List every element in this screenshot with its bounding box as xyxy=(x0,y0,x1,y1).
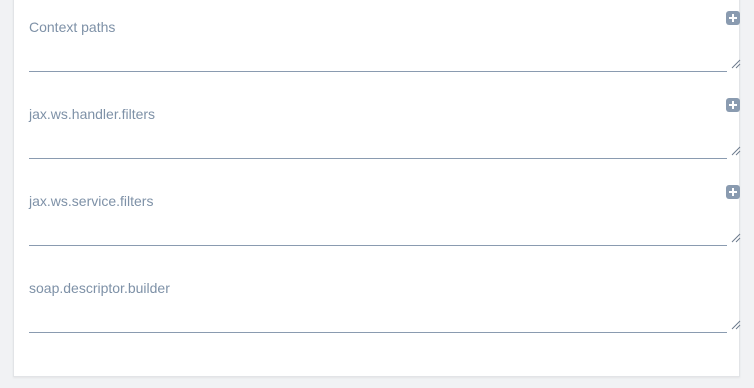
resize-grip-icon[interactable] xyxy=(731,233,741,243)
resize-grip-icon[interactable] xyxy=(731,320,741,330)
config-panel: Context paths jax.ws.handler.filters jax… xyxy=(13,0,741,377)
field-label: soap.descriptor.builder xyxy=(29,280,170,296)
resize-grip-icon[interactable] xyxy=(731,146,741,156)
context-paths-textarea[interactable] xyxy=(29,50,727,72)
add-icon[interactable] xyxy=(726,11,740,25)
field-jax-ws-service-filters: jax.ws.service.filters xyxy=(29,185,741,263)
field-label: jax.ws.service.filters xyxy=(29,193,154,209)
field-jax-ws-handler-filters: jax.ws.handler.filters xyxy=(29,98,741,176)
add-icon[interactable] xyxy=(726,98,740,112)
service-filters-textarea[interactable] xyxy=(29,224,727,246)
field-label: jax.ws.handler.filters xyxy=(29,106,156,122)
descriptor-builder-textarea[interactable] xyxy=(29,311,727,333)
handler-filters-textarea[interactable] xyxy=(29,137,727,159)
field-context-paths: Context paths xyxy=(29,11,741,89)
field-soap-descriptor-builder: soap.descriptor.builder xyxy=(29,280,741,350)
add-icon[interactable] xyxy=(726,185,740,199)
field-label: Context paths xyxy=(29,19,116,35)
resize-grip-icon[interactable] xyxy=(731,59,741,69)
